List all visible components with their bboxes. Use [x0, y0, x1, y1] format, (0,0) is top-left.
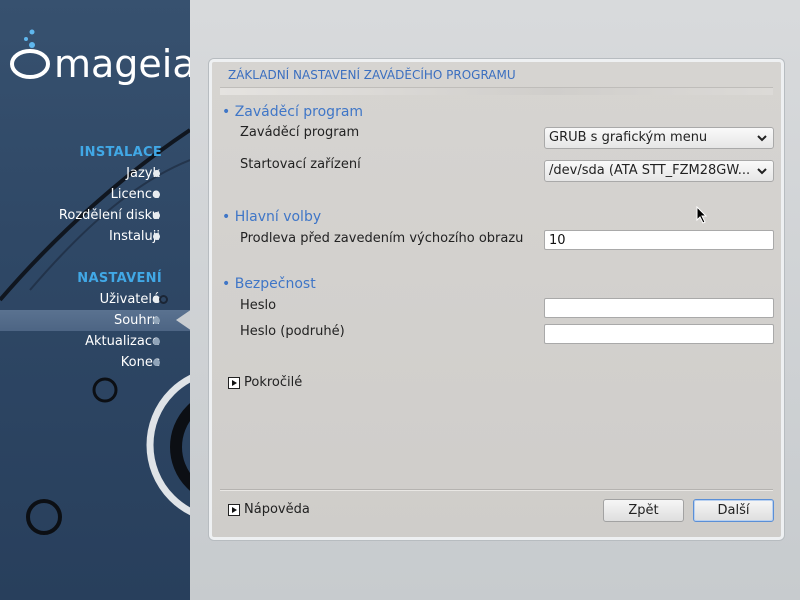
- expander-arrow-icon: [228, 376, 240, 389]
- header-divider: [220, 87, 773, 95]
- section-config: NASTAVENÍ: [77, 271, 162, 286]
- step-partitioning: Rozdělení disku: [58, 208, 160, 223]
- step-done-dot: [153, 191, 160, 198]
- current-step-arrow-icon: [176, 310, 190, 330]
- boot-device-select-value: /dev/sda (ATA STT_FZM28GW...: [549, 163, 751, 178]
- bootloader-select-value: GRUB s grafickým menu: [549, 130, 708, 145]
- section-install: INSTALACE: [79, 145, 162, 160]
- main-area: ZÁKLADNÍ NASTAVENÍ ZAVÁDĚCÍHO PROGRAMU •…: [190, 0, 800, 600]
- bootloader-label: Zaváděcí program: [240, 125, 360, 140]
- step-done-dot: [153, 212, 160, 219]
- group-title-bootloader: • Zaváděcí program: [222, 104, 364, 120]
- mouse-cursor-icon: [696, 206, 708, 224]
- step-updates: Aktualizace: [85, 334, 160, 349]
- mageia-logo-icon: [10, 29, 50, 79]
- step-ring-icon: [159, 295, 168, 304]
- password-input[interactable]: [544, 298, 774, 318]
- password-repeat-label: Heslo (podruhé): [240, 324, 345, 339]
- chevron-down-icon: [757, 168, 767, 175]
- step-pending-dot: [153, 317, 160, 324]
- mageia-logo: mageia: [8, 26, 190, 86]
- bootloader-panel: ZÁKLADNÍ NASTAVENÍ ZAVÁDĚCÍHO PROGRAMU •…: [209, 59, 784, 540]
- expander-arrow-icon: [228, 503, 240, 516]
- boot-delay-label: Prodleva před zavedením výchozího obrazu: [240, 231, 524, 246]
- step-current-highlight: [0, 310, 190, 331]
- step-users: Uživatelé: [99, 292, 160, 307]
- step-pending-dot: [153, 338, 160, 345]
- advanced-expander[interactable]: Pokročilé: [228, 375, 302, 390]
- step-done-dot: [153, 170, 160, 177]
- group-title-security: • Bezpečnost: [222, 276, 316, 292]
- next-button[interactable]: Další: [693, 499, 774, 522]
- sidebar: mageia INSTALACE Jazyk Licence Rozdělení…: [0, 0, 190, 600]
- help-expander[interactable]: Nápověda: [228, 502, 310, 517]
- help-label: Nápověda: [244, 502, 310, 517]
- boot-device-label: Startovací zařízení: [240, 157, 361, 172]
- chevron-down-icon: [757, 135, 767, 142]
- footer-divider: [220, 489, 773, 490]
- step-done-dot: [153, 233, 160, 240]
- password-repeat-input[interactable]: [544, 324, 774, 344]
- boot-device-select[interactable]: /dev/sda (ATA STT_FZM28GW...: [544, 160, 774, 182]
- boot-delay-input[interactable]: [544, 230, 774, 250]
- logo-wordmark: mageia: [54, 42, 190, 86]
- group-title-main-options: • Hlavní volby: [222, 209, 322, 225]
- password-label: Heslo: [240, 298, 277, 313]
- bootloader-select[interactable]: GRUB s grafickým menu: [544, 127, 774, 149]
- advanced-label: Pokročilé: [244, 375, 303, 390]
- back-button[interactable]: Zpět: [603, 499, 684, 522]
- step-pending-dot: [153, 359, 160, 366]
- page-title: ZÁKLADNÍ NASTAVENÍ ZAVÁDĚCÍHO PROGRAMU: [228, 68, 516, 82]
